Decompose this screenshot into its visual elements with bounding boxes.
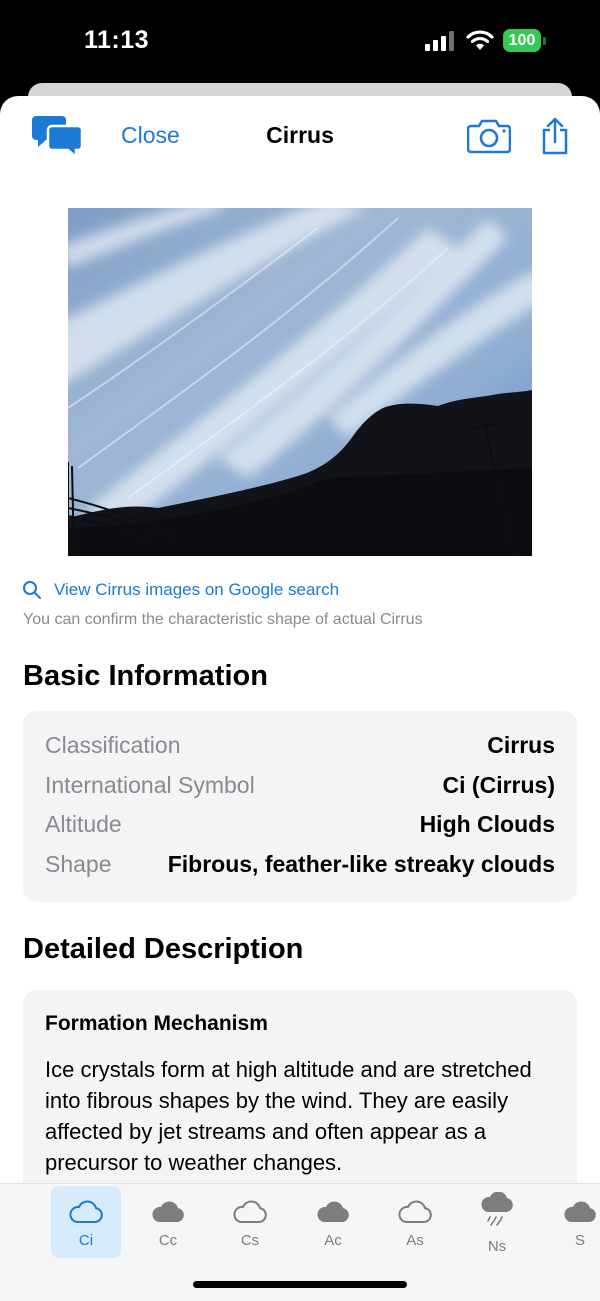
tab-label: Ci <box>78 1232 94 1249</box>
tab-cc[interactable]: Cc <box>133 1186 203 1258</box>
close-button[interactable]: Close <box>121 122 180 149</box>
google-search-link[interactable]: View Cirrus images on Google search <box>54 580 339 600</box>
tab-label: As <box>406 1232 424 1249</box>
cloud-outline-icon <box>233 1200 267 1223</box>
formation-mechanism-title: Formation Mechanism <box>45 1012 268 1035</box>
tab-label: Ac <box>324 1232 342 1249</box>
basic-info-card: Classification Cirrus International Symb… <box>23 711 577 902</box>
info-value: Ci (Cirrus) <box>442 772 555 798</box>
tab-label: Cc <box>158 1232 178 1249</box>
home-indicator[interactable] <box>193 1281 407 1288</box>
formation-mechanism-text: Ice crystals form at high altitude and a… <box>45 1057 532 1175</box>
tab-cs[interactable]: Cs <box>215 1186 285 1258</box>
wifi-icon <box>466 30 494 50</box>
tab-as[interactable]: As <box>380 1186 450 1258</box>
info-value: Cirrus <box>487 732 555 758</box>
cloud-outline-icon <box>69 1200 103 1223</box>
battery-level: 100 <box>503 29 541 52</box>
info-value: High Clouds <box>419 811 555 837</box>
cloud-outline-icon <box>398 1200 432 1223</box>
cellular-signal-icon <box>425 31 454 51</box>
detailed-description-heading: Detailed Description <box>23 933 304 965</box>
cirrus-photo <box>68 208 532 556</box>
chat-bubbles-icon[interactable] <box>32 114 84 158</box>
tab-label: S <box>574 1232 585 1249</box>
info-row-classification: Classification Cirrus <box>45 732 555 762</box>
info-label: International Symbol <box>45 772 255 798</box>
info-row-international-symbol: International Symbol Ci (Cirrus) <box>45 772 555 802</box>
info-row-altitude: Altitude High Clouds <box>45 811 555 841</box>
info-row-shape: Shape Fibrous, feather-like streaky clou… <box>45 851 555 881</box>
basic-information-heading: Basic Information <box>23 660 268 692</box>
info-label: Shape <box>45 851 112 877</box>
cloud-rain-icon <box>481 1192 513 1226</box>
info-label: Classification <box>45 732 181 758</box>
tab-ns[interactable]: Ns <box>462 1186 532 1258</box>
cloud-filled-icon <box>152 1201 184 1222</box>
tab-ci[interactable]: Ci <box>51 1186 121 1258</box>
cloud-filled-icon <box>564 1201 596 1222</box>
info-label: Altitude <box>45 811 122 837</box>
battery-nub <box>543 37 546 45</box>
cloud-filled-icon <box>317 1201 349 1222</box>
page-title: Cirrus <box>266 122 334 148</box>
tab-label: Cs <box>240 1232 260 1249</box>
detail-sheet: Close Cirrus View Cirrus images on Googl… <box>0 96 600 1300</box>
status-bar: 11:13 100 <box>0 0 600 80</box>
camera-icon[interactable] <box>467 118 511 154</box>
tab-label: Ns <box>487 1238 507 1255</box>
search-hint-text: You can confirm the characteristic shape… <box>23 611 423 628</box>
status-time: 11:13 <box>84 26 150 54</box>
share-icon[interactable] <box>540 116 570 156</box>
info-value: Fibrous, feather-like streaky clouds <box>167 851 555 877</box>
search-icon <box>23 581 41 599</box>
battery-indicator: 100 <box>503 29 547 52</box>
tab-ac[interactable]: Ac <box>298 1186 368 1258</box>
tab-s[interactable]: S <box>545 1186 600 1258</box>
